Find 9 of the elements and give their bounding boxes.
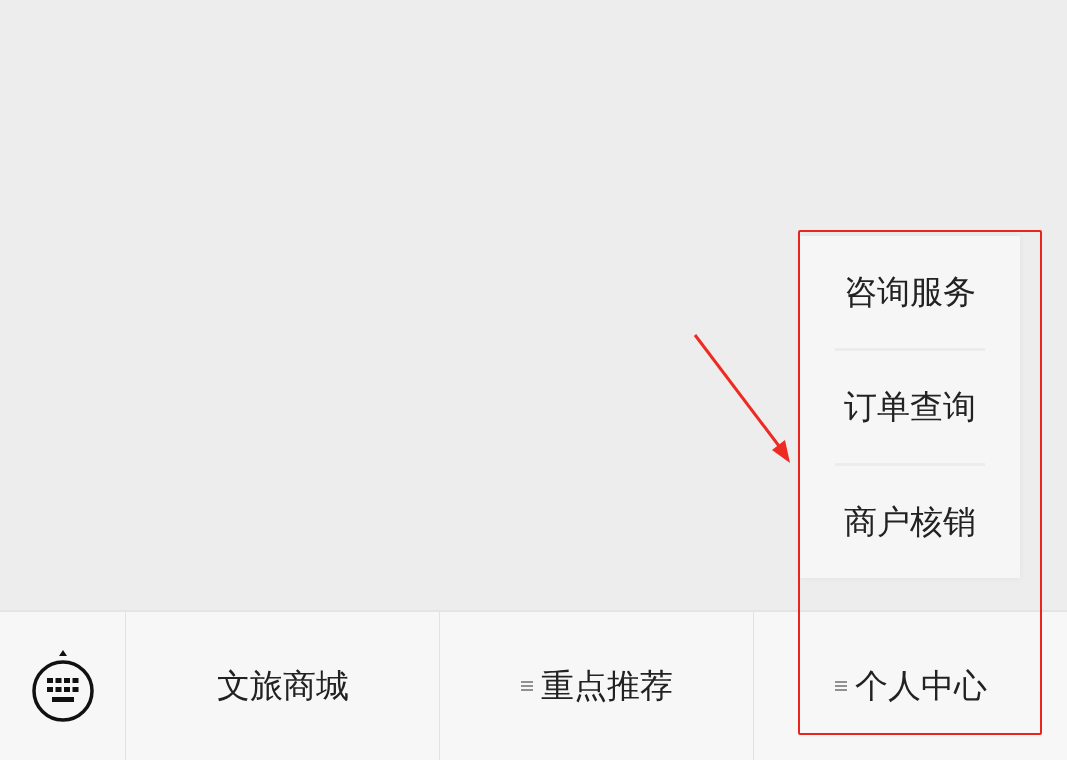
menu-tab[interactable]: 重点推荐 [520,663,673,709]
menu-tab[interactable]: 文旅商城 [216,663,349,709]
submenu-item[interactable]: 订单查询 [800,351,1020,463]
menu-lines-icon [520,679,533,693]
menu-lines-icon [834,679,847,693]
menu-tab[interactable]: 个人中心 [834,663,987,709]
submenu-item[interactable]: 咨询服务 [800,236,1020,348]
submenu-item[interactable]: 商户核销 [800,466,1020,578]
keyboard-icon[interactable] [29,648,96,724]
